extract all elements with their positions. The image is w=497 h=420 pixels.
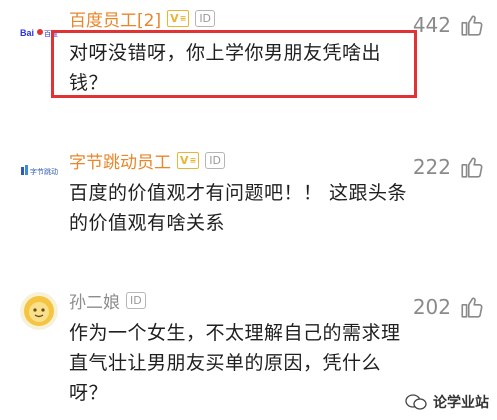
id-badge: ID [195, 9, 216, 27]
bytedance-logo-icon: 字节跳动 [21, 165, 58, 176]
watermark: 论学业站 [405, 392, 489, 412]
verified-v-icon: V ≡ [177, 151, 200, 169]
highlight-box [51, 30, 417, 98]
svg-text:Bai: Bai [20, 28, 34, 38]
like-count: 202 [412, 295, 451, 319]
id-badge: ID [126, 291, 146, 309]
comment-author[interactable]: 孙二娘 [69, 288, 120, 313]
comment-text: 作为一个女生，不太理解自己的需求理直气壮让男朋友买单的原因，凭什么呀？ [69, 322, 401, 404]
watermark-text: 论学业站 [433, 395, 489, 411]
id-badge: ID [205, 151, 225, 169]
comment-author[interactable]: 字节跳动员工 [69, 148, 171, 173]
verified-v-icon: V ≡ [167, 9, 190, 27]
thumbs-up-icon [461, 297, 483, 318]
comment-text: 百度的价值观才有问题吧！！ 这跟头条的价值观有啥关系 [69, 182, 408, 234]
cartoon-avatar-icon [24, 296, 54, 326]
like-count: 222 [412, 155, 451, 179]
avatar[interactable]: 字节跳动 [20, 152, 58, 190]
like-button[interactable]: 202 [413, 294, 485, 320]
like-button[interactable]: 442 [413, 12, 485, 38]
avatar[interactable] [20, 292, 58, 330]
comment-author[interactable]: 百度员工[2] [69, 6, 161, 31]
svg-text:字节跳动: 字节跳动 [30, 167, 58, 176]
like-count: 442 [412, 13, 451, 37]
thumbs-up-icon [461, 15, 483, 36]
wechat-icon [405, 394, 427, 410]
like-button[interactable]: 222 [413, 154, 485, 180]
thumbs-up-icon [461, 157, 483, 178]
